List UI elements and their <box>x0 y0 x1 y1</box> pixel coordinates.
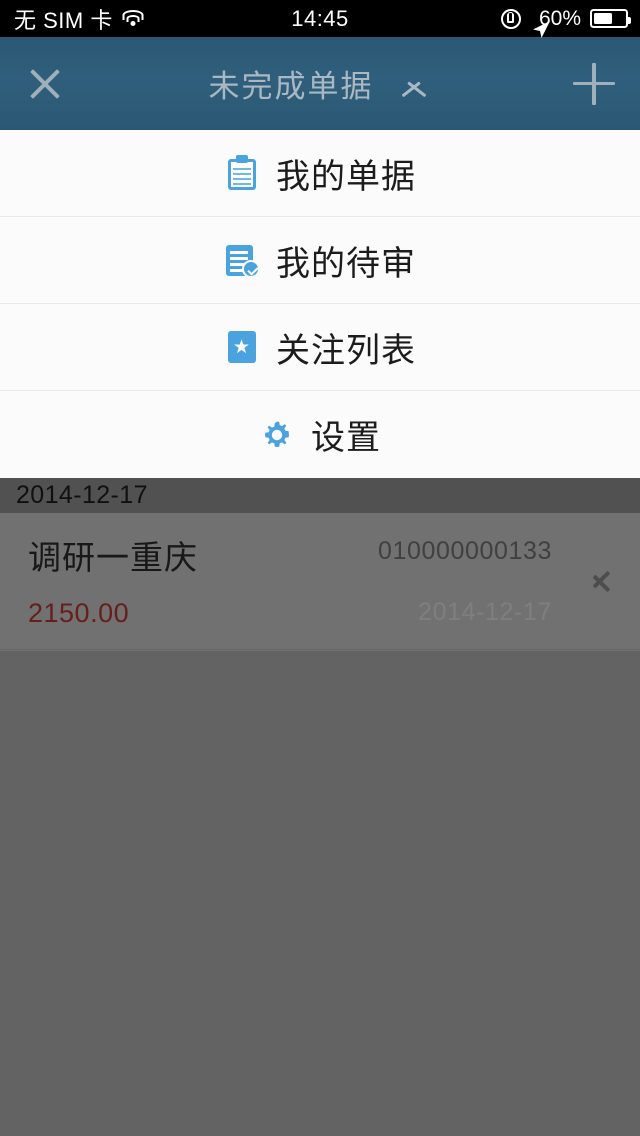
menu-item-label: 我的待审 <box>276 243 416 284</box>
close-icon <box>27 66 63 102</box>
navigation-bar: 未完成单据 <box>0 37 640 130</box>
list-empty-area <box>0 651 640 1136</box>
list-date-header-label: 2014-12-17 <box>16 481 148 509</box>
rotation-lock-icon <box>500 8 521 29</box>
list-date-header: 2014-12-17 <box>0 478 640 513</box>
battery-icon <box>590 9 631 28</box>
menu-item-label: 设置 <box>311 418 381 458</box>
menu-item-label: 关注列表 <box>276 330 416 371</box>
menu-item-settings[interactable]: 设置 <box>0 391 640 478</box>
table-row[interactable]: 调研一重庆 010000000133 2150.00 2014-12-17 <box>0 513 640 650</box>
menu-item-watch-list[interactable]: ★ 关注列表 <box>0 304 640 391</box>
document-title: 调研一重庆 <box>28 538 198 577</box>
document-number: 010000000133 <box>377 537 552 565</box>
checklist-check-icon <box>224 242 260 278</box>
clipboard-icon <box>224 155 260 191</box>
close-button[interactable] <box>0 37 90 130</box>
menu-item-my-pending-review[interactable]: 我的待审 <box>0 217 640 304</box>
dropdown-menu: 我的单据 我的待审 ★ 关注列表 设置 <box>0 130 640 478</box>
chevron-right-icon <box>592 565 616 597</box>
star-icon: ★ <box>224 329 260 365</box>
status-bar-clock: 14:45 <box>291 5 349 31</box>
add-button[interactable] <box>548 37 640 130</box>
menu-item-my-documents[interactable]: 我的单据 <box>0 130 640 217</box>
chevron-up-icon <box>398 75 430 98</box>
page-title: 未完成单据 <box>208 69 374 104</box>
gear-icon <box>259 417 295 453</box>
plus-icon <box>573 62 615 105</box>
document-date: 2014-12-17 <box>418 598 552 626</box>
document-amount: 2150.00 <box>28 598 130 628</box>
title-dropdown-button[interactable]: 未完成单据 <box>90 61 548 106</box>
status-bar: 无 SIM 卡 14:45 60% <box>0 0 640 38</box>
app-screen: 无 SIM 卡 14:45 60% 2014-12-17 调研一重庆 01000… <box>0 0 640 1136</box>
menu-item-label: 我的单据 <box>276 156 416 197</box>
